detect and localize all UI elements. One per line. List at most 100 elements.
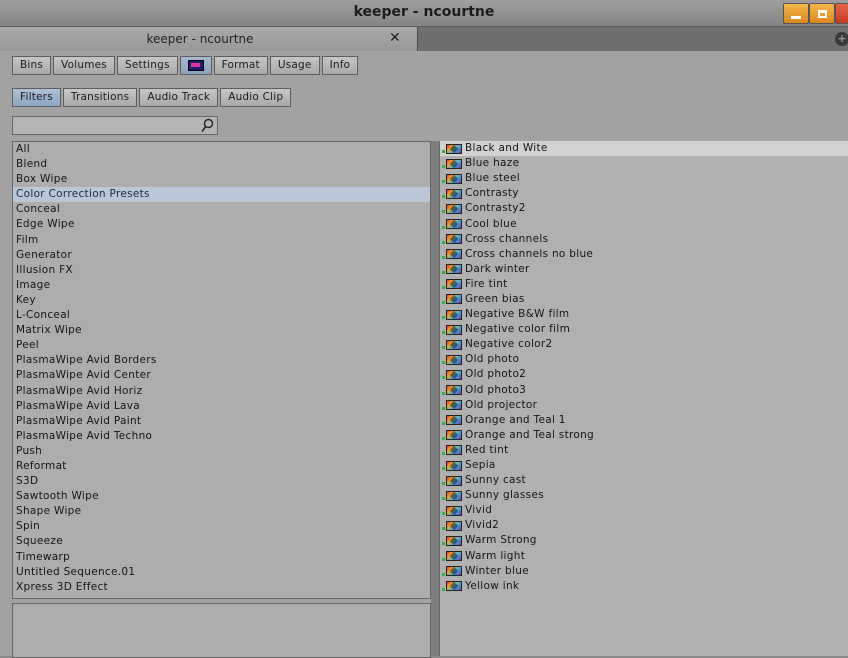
tab-audio-track[interactable]: Audio Track — [139, 88, 219, 107]
effect-icon — [442, 475, 462, 486]
category-item[interactable]: Squeeze — [13, 534, 430, 549]
effect-status-dot — [442, 346, 445, 350]
category-item[interactable]: Timewarp — [13, 550, 430, 565]
effect-item[interactable]: Sepia — [440, 458, 848, 473]
minimize-button[interactable] — [783, 3, 809, 24]
category-item[interactable]: Film — [13, 233, 430, 248]
category-item[interactable]: Reformat — [13, 459, 430, 474]
tab-usage[interactable]: Usage — [269, 56, 320, 75]
effect-category-list[interactable]: All Blend Box Wipe Color Correction Presets… — [12, 141, 431, 599]
tab-format[interactable]: Format — [213, 56, 268, 75]
effect-list[interactable]: Black and Wite Blue haze Blue steel Contras… — [439, 141, 848, 656]
category-item[interactable]: Spin — [13, 519, 430, 534]
effect-item[interactable]: Old photo2 — [440, 367, 848, 382]
tab-audio-clip[interactable]: Audio Clip — [220, 88, 292, 107]
effect-item[interactable]: Black and Wite — [440, 141, 848, 157]
effect-icon — [442, 430, 462, 441]
effect-item[interactable]: Cool blue — [440, 216, 848, 231]
effect-thumbnail — [446, 143, 462, 154]
category-item[interactable]: PlasmaWipe Avid Center — [13, 368, 430, 383]
effect-item[interactable]: Warm light — [440, 549, 848, 564]
effect-item[interactable]: Red tint — [440, 443, 848, 458]
search-icon[interactable] — [201, 118, 214, 133]
effect-item[interactable]: Blue haze — [440, 156, 848, 171]
category-item[interactable]: Generator — [13, 248, 430, 263]
category-item[interactable]: Box Wipe — [13, 172, 430, 187]
effect-icon — [442, 551, 462, 562]
tab-bins[interactable]: Bins — [12, 56, 52, 75]
effect-item[interactable]: Old photo3 — [440, 383, 848, 398]
category-item[interactable]: Matrix Wipe — [13, 323, 430, 338]
effect-item[interactable]: Blue steel — [440, 171, 848, 186]
effect-item[interactable]: Warm Strong — [440, 533, 848, 548]
tab-settings[interactable]: Settings — [116, 56, 178, 75]
category-item[interactable]: Color Correction Presets — [13, 187, 430, 203]
effect-label: Blue steel — [465, 172, 520, 185]
effect-item[interactable]: Vivid — [440, 503, 848, 518]
effect-label: Cool blue — [465, 217, 517, 230]
effect-item[interactable]: Vivid2 — [440, 518, 848, 533]
effect-label: Old photo2 — [465, 368, 527, 381]
effect-thumbnail — [446, 369, 462, 380]
effect-item[interactable]: Contrasty — [440, 186, 848, 201]
tab-keeper[interactable]: keeper - ncourtne ✕ — [0, 27, 418, 51]
effect-item[interactable]: Winter blue — [440, 564, 848, 579]
category-item[interactable]: PlasmaWipe Avid Borders — [13, 353, 430, 368]
category-item[interactable]: PlasmaWipe Avid Lava — [13, 399, 430, 414]
effect-item[interactable]: Old photo — [440, 352, 848, 367]
tab-filters[interactable]: Filters — [12, 88, 61, 107]
effect-thumbnail — [446, 188, 462, 199]
category-item[interactable]: PlasmaWipe Avid Horiz — [13, 384, 430, 399]
tab-transitions[interactable]: Transitions — [62, 88, 138, 107]
category-item[interactable]: Peel — [13, 338, 430, 353]
search-input[interactable] — [12, 116, 218, 135]
category-item[interactable]: L-Conceal — [13, 308, 430, 323]
effect-item[interactable]: Orange and Teal 1 — [440, 413, 848, 428]
effect-status-dot — [442, 180, 445, 184]
maximize-button[interactable] — [809, 3, 835, 24]
effect-status-dot — [442, 300, 445, 304]
category-item[interactable]: Illusion FX — [13, 263, 430, 278]
tab-info[interactable]: Info — [321, 56, 359, 75]
effect-item[interactable]: Negative color2 — [440, 337, 848, 352]
close-window-button[interactable] — [835, 3, 848, 24]
category-item[interactable]: PlasmaWipe Avid Techno — [13, 429, 430, 444]
effect-item[interactable]: Orange and Teal strong — [440, 428, 848, 443]
effect-icon — [442, 581, 462, 592]
effect-item[interactable]: Cross channels — [440, 232, 848, 247]
category-item[interactable]: Xpress 3D Effect — [13, 580, 430, 595]
category-item[interactable]: Push — [13, 444, 430, 459]
tab-volumes[interactable]: Volumes — [53, 56, 115, 75]
effect-item[interactable]: Contrasty2 — [440, 201, 848, 216]
effect-item[interactable]: Negative B&W film — [440, 307, 848, 322]
category-item[interactable]: Image — [13, 278, 430, 293]
effect-item[interactable]: Fire tint — [440, 277, 848, 292]
category-item[interactable]: S3D — [13, 474, 430, 489]
tab-effects[interactable] — [179, 56, 212, 75]
category-item[interactable]: PlasmaWipe Avid Paint — [13, 414, 430, 429]
effect-status-dot — [442, 376, 445, 380]
effect-item[interactable]: Negative color film — [440, 322, 848, 337]
effect-item[interactable]: Green bias — [440, 292, 848, 307]
effect-icon — [442, 294, 462, 305]
tab-close-icon[interactable]: ✕ — [389, 30, 401, 46]
category-item[interactable]: Untitled Sequence.01 — [13, 565, 430, 580]
effect-icon — [442, 309, 462, 320]
effect-item[interactable]: Dark winter — [440, 262, 848, 277]
category-item[interactable]: All — [13, 142, 430, 157]
category-item[interactable]: Conceal — [13, 202, 430, 217]
effect-item[interactable]: Sunny glasses — [440, 488, 848, 503]
effect-item[interactable]: Yellow ink — [440, 579, 848, 594]
category-item[interactable]: Key — [13, 293, 430, 308]
effect-item[interactable]: Sunny cast — [440, 473, 848, 488]
effect-icon — [442, 400, 462, 411]
category-item[interactable]: Edge Wipe — [13, 217, 430, 232]
category-item[interactable]: Shape Wipe — [13, 504, 430, 519]
add-tab-icon[interactable]: + — [835, 32, 848, 46]
category-item[interactable]: Sawtooth Wipe — [13, 489, 430, 504]
category-item[interactable]: Blend — [13, 157, 430, 172]
effect-icon — [442, 279, 462, 290]
pane-divider[interactable] — [431, 141, 439, 656]
effect-item[interactable]: Cross channels no blue — [440, 247, 848, 262]
effect-item[interactable]: Old projector — [440, 398, 848, 413]
